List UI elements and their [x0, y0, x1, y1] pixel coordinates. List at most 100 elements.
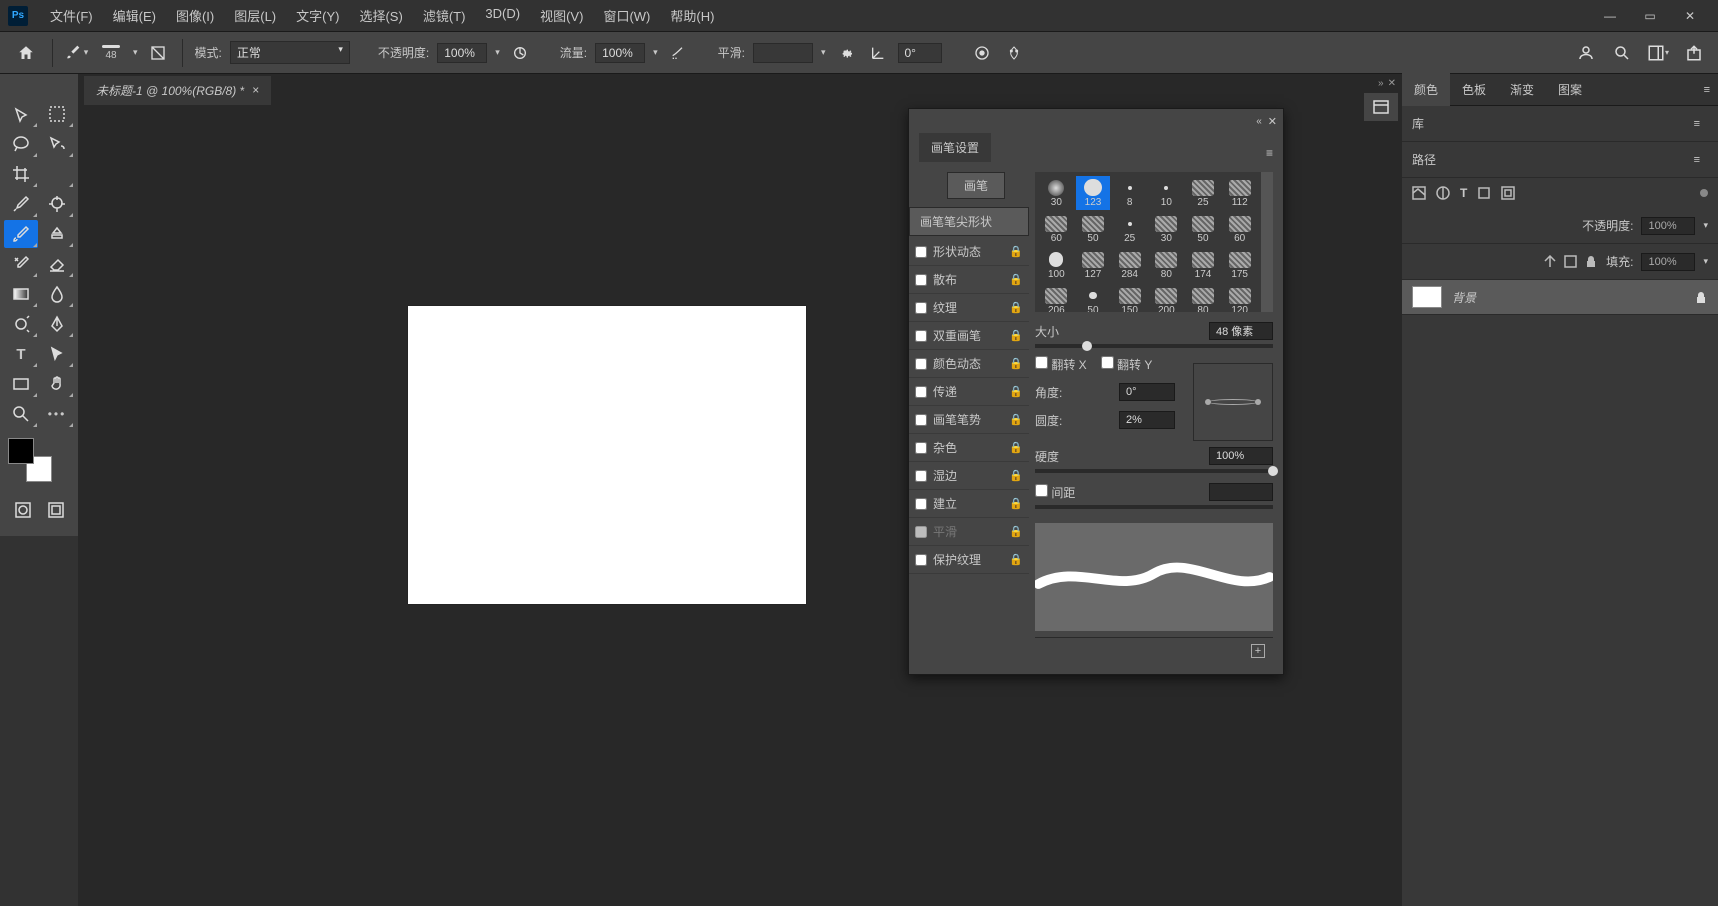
brush-preset-30[interactable]: 30 — [1039, 176, 1074, 210]
brush-preset-174[interactable]: 174 — [1186, 248, 1221, 282]
lock-icon[interactable]: 🔒 — [1009, 497, 1023, 510]
new-preset-icon[interactable]: + — [1251, 644, 1265, 658]
filter-smart-icon[interactable] — [1501, 186, 1515, 200]
menu-帮助(H)[interactable]: 帮助(H) — [660, 0, 724, 31]
filter-toggle[interactable] — [1700, 189, 1708, 197]
menu-文字(Y)[interactable]: 文字(Y) — [286, 0, 349, 31]
brush-preset-60[interactable]: 60 — [1222, 212, 1257, 246]
brush-preset-picker[interactable]: 48 — [97, 42, 125, 64]
lasso-tool[interactable] — [4, 130, 38, 158]
filter-adjust-icon[interactable] — [1436, 186, 1450, 200]
layer-opacity-input[interactable] — [1641, 217, 1695, 235]
filter-text-icon[interactable]: T — [1460, 186, 1467, 200]
foreground-color[interactable] — [8, 438, 34, 464]
menu-3D(D)[interactable]: 3D(D) — [475, 0, 530, 31]
brush-preset-50[interactable]: 50 — [1186, 212, 1221, 246]
flip-y-checkbox[interactable]: 翻转 Y — [1101, 356, 1153, 373]
lock-icon[interactable]: 🔒 — [1009, 525, 1023, 538]
panel-close-icon[interactable]: ✕ — [1268, 115, 1277, 128]
brush-opt-保护纹理[interactable]: 保护纹理🔒 — [909, 546, 1029, 574]
menu-图像(I)[interactable]: 图像(I) — [166, 0, 224, 31]
brush-preset-206[interactable]: 206 — [1039, 284, 1074, 312]
cloud-docs-icon[interactable] — [1574, 41, 1598, 65]
lock-icon[interactable]: 🔒 — [1009, 553, 1023, 566]
lock-icon[interactable]: 🔒 — [1009, 385, 1023, 398]
document-tab[interactable]: 未标题-1 @ 100%(RGB/8) * × — [84, 76, 271, 105]
pressure-opacity-icon[interactable] — [508, 41, 532, 65]
brush-opt-建立[interactable]: 建立🔒 — [909, 490, 1029, 518]
brush-preset-25[interactable]: 25 — [1186, 176, 1221, 210]
menu-选择(S)[interactable]: 选择(S) — [349, 0, 412, 31]
lock-move-icon[interactable] — [1543, 255, 1556, 268]
minimize-button[interactable]: — — [1590, 2, 1630, 30]
brush-preset-284[interactable]: 284 — [1112, 248, 1147, 282]
brush-opt-双重画笔[interactable]: 双重画笔🔒 — [909, 322, 1029, 350]
tab-color[interactable]: 颜色 — [1402, 73, 1450, 106]
lock-all-icon[interactable] — [1585, 255, 1598, 268]
panel-menu-icon[interactable]: ≡ — [1256, 146, 1283, 160]
brush-opt-传递[interactable]: 传递🔒 — [909, 378, 1029, 406]
rectangle-tool[interactable] — [4, 370, 38, 398]
smooth-settings-icon[interactable] — [834, 41, 858, 65]
spot-heal-tool[interactable] — [40, 190, 74, 218]
layer-thumbnail[interactable] — [1412, 286, 1442, 308]
dodge-tool[interactable] — [4, 310, 38, 338]
brush-preset-25[interactable]: 25 — [1112, 212, 1147, 246]
lock-icon[interactable]: 🔒 — [1009, 301, 1023, 314]
hardness-slider[interactable] — [1035, 469, 1273, 473]
menu-图层(L)[interactable]: 图层(L) — [224, 0, 286, 31]
brush-tool[interactable] — [4, 220, 38, 248]
brush-preset-60[interactable]: 60 — [1039, 212, 1074, 246]
brush-panel-toggle-icon[interactable] — [146, 41, 170, 65]
preset-scrollbar[interactable] — [1261, 172, 1273, 312]
maximize-button[interactable]: ▭ — [1630, 2, 1670, 30]
paths-panel-tab[interactable]: 路径 ≡ — [1402, 142, 1718, 178]
brush-opt-散布[interactable]: 散布🔒 — [909, 266, 1029, 294]
pressure-size-icon[interactable] — [970, 41, 994, 65]
blur-tool[interactable] — [40, 280, 74, 308]
brush-preset-120[interactable]: 120 — [1222, 284, 1257, 312]
dock-collapse-icon[interactable]: » — [1378, 78, 1384, 89]
clone-stamp-tool[interactable] — [40, 220, 74, 248]
marquee-tool[interactable] — [40, 100, 74, 128]
pen-tool[interactable] — [40, 310, 74, 338]
history-brush-tool[interactable] — [4, 250, 38, 278]
brush-preset-100[interactable]: 100 — [1039, 248, 1074, 282]
lock-icon[interactable]: 🔒 — [1009, 329, 1023, 342]
share-icon[interactable] — [1682, 41, 1706, 65]
angle-input[interactable] — [898, 43, 942, 63]
hardness-input[interactable] — [1209, 447, 1273, 465]
home-button[interactable] — [12, 39, 40, 67]
lock-icon[interactable]: 🔒 — [1009, 413, 1023, 426]
symmetry-icon[interactable] — [1002, 41, 1026, 65]
lock-icon[interactable]: 🔒 — [1009, 273, 1023, 286]
brush-preset-80[interactable]: 80 — [1149, 248, 1184, 282]
brush-opt-颜色动态[interactable]: 颜色动态🔒 — [909, 350, 1029, 378]
brush-preset-30[interactable]: 30 — [1149, 212, 1184, 246]
lock-icon[interactable]: 🔒 — [1009, 441, 1023, 454]
more-tools[interactable]: ••• — [40, 400, 74, 428]
quick-mask-icon[interactable] — [8, 496, 37, 524]
quick-select-tool[interactable] — [40, 130, 74, 158]
brush-preset-200[interactable]: 200 — [1149, 284, 1184, 312]
brush-opt-画笔笔势[interactable]: 画笔笔势🔒 — [909, 406, 1029, 434]
crop-tool[interactable] — [4, 160, 38, 188]
layer-fill-input[interactable] — [1641, 253, 1695, 271]
angle-control[interactable] — [1193, 363, 1273, 441]
brush-preset-50[interactable]: 50 — [1076, 284, 1111, 312]
dock-close-icon[interactable]: ✕ — [1388, 78, 1396, 89]
type-tool[interactable]: T — [4, 340, 38, 368]
screen-mode-icon[interactable] — [41, 496, 70, 524]
path-select-tool[interactable] — [40, 340, 74, 368]
brush-tool-icon[interactable]: ▾ — [65, 41, 89, 65]
close-button[interactable]: ✕ — [1670, 2, 1710, 30]
panel-menu-icon[interactable]: ≡ — [1686, 118, 1708, 130]
brush-preset-112[interactable]: 112 — [1222, 176, 1257, 210]
opacity-input[interactable] — [437, 43, 487, 63]
document-canvas[interactable] — [408, 306, 806, 604]
lock-artboard-icon[interactable] — [1564, 255, 1577, 268]
panel-collapse-icon[interactable]: « — [1256, 116, 1262, 127]
dock-item-icon[interactable] — [1364, 93, 1398, 121]
brush-preset-150[interactable]: 150 — [1112, 284, 1147, 312]
flip-x-checkbox[interactable]: 翻转 X — [1035, 356, 1087, 373]
